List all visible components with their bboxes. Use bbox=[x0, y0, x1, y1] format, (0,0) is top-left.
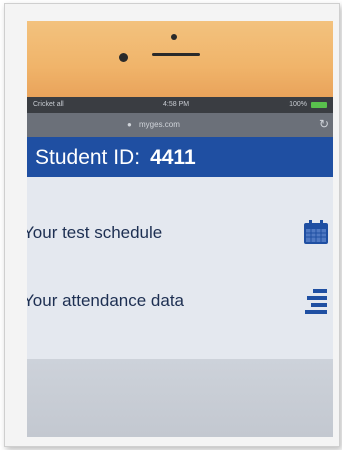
sensor-dot bbox=[171, 34, 177, 40]
menu-item-label: Your attendance data bbox=[27, 291, 185, 310]
page-title: Student ID: 4411 bbox=[35, 146, 196, 170]
list-icon bbox=[305, 289, 327, 314]
phone-bezel bbox=[27, 21, 333, 97]
bottom-blank-area bbox=[27, 359, 333, 437]
menu-item-test-schedule[interactable]: Your test schedule bbox=[27, 209, 333, 259]
earpiece-speaker bbox=[152, 53, 200, 56]
menu-item-label: Your test schedule bbox=[27, 223, 163, 242]
lock-icon: ● bbox=[127, 120, 132, 129]
student-id-value: 4411 bbox=[150, 146, 196, 169]
student-id-label: Student ID: bbox=[35, 146, 141, 169]
status-bar: Cricket all 4:58 PM 100% bbox=[27, 97, 333, 113]
student-id-header: Student ID: 4411 bbox=[27, 137, 333, 177]
browser-url-bar[interactable]: ● myges.com ↻ bbox=[27, 113, 333, 137]
calendar-icon bbox=[304, 220, 328, 244]
phone-photo: Cricket all 4:58 PM 100% ● myges.com ↻ S… bbox=[27, 21, 333, 437]
menu-item-attendance-data[interactable]: Your attendance data bbox=[27, 277, 333, 327]
battery-icon bbox=[311, 102, 327, 108]
menu-list: Your test schedule Your attendance data bbox=[27, 177, 333, 359]
reload-icon[interactable]: ↻ bbox=[319, 117, 329, 131]
photo-frame: Cricket all 4:58 PM 100% ● myges.com ↻ S… bbox=[4, 3, 340, 447]
battery-percent: 100% bbox=[289, 101, 307, 108]
front-camera bbox=[119, 53, 128, 62]
url-text: myges.com bbox=[139, 120, 180, 129]
carrier-label: Cricket all bbox=[33, 101, 64, 108]
status-time: 4:58 PM bbox=[163, 101, 190, 108]
